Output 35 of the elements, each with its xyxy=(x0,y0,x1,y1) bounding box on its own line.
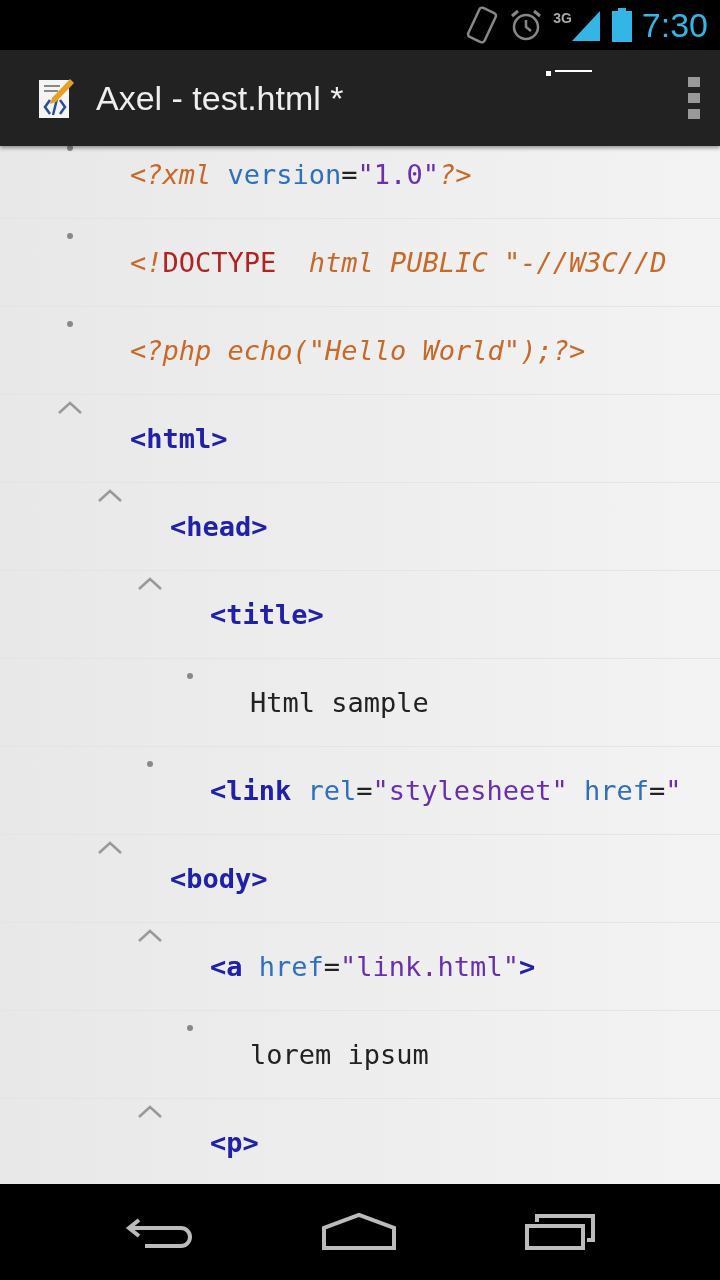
code-line[interactable]: <a href="link.html"> xyxy=(210,951,536,982)
network-type: 3G xyxy=(553,10,572,26)
bullet-icon xyxy=(187,673,193,679)
bullet-icon xyxy=(67,146,73,151)
collapse-caret-icon[interactable] xyxy=(137,1105,163,1119)
code-line[interactable]: lorem ipsum xyxy=(250,1039,429,1070)
bullet-icon xyxy=(67,233,73,239)
home-icon[interactable] xyxy=(322,1212,396,1252)
code-line[interactable]: <title> xyxy=(210,599,324,630)
code-line[interactable]: <link rel="stylesheet" href=" xyxy=(210,775,682,806)
code-line[interactable]: <html> xyxy=(130,423,228,454)
code-line[interactable]: <head> xyxy=(170,511,268,542)
bullet-icon xyxy=(67,321,73,327)
recent-apps-icon[interactable] xyxy=(525,1214,596,1250)
bullet-icon xyxy=(147,761,153,767)
dash-icon xyxy=(546,70,592,76)
signal-icon xyxy=(571,9,602,41)
code-line[interactable]: <?xml version="1.0"?> xyxy=(130,159,472,190)
overflow-menu-icon[interactable] xyxy=(688,77,700,119)
collapse-caret-icon[interactable] xyxy=(97,841,123,855)
vibrate-icon xyxy=(465,5,500,45)
app-icon[interactable] xyxy=(38,76,74,120)
window-title: Axel - test.html * xyxy=(96,78,345,118)
alarm-clock-icon xyxy=(509,8,544,42)
clock-time: 7:30 xyxy=(641,5,708,45)
collapse-caret-icon[interactable] xyxy=(97,489,123,503)
code-line[interactable]: Html sample xyxy=(250,687,429,718)
code-line[interactable]: <!DOCTYPE html PUBLIC "-//W3C//D xyxy=(130,247,667,278)
collapse-caret-icon[interactable] xyxy=(137,577,163,591)
collapse-caret-icon[interactable] xyxy=(137,929,163,943)
code-line[interactable]: <p> xyxy=(210,1127,259,1158)
collapse-caret-icon[interactable] xyxy=(57,401,83,415)
battery-icon xyxy=(611,8,632,42)
code-line[interactable]: <body> xyxy=(170,863,268,894)
bullet-icon xyxy=(187,1025,193,1031)
